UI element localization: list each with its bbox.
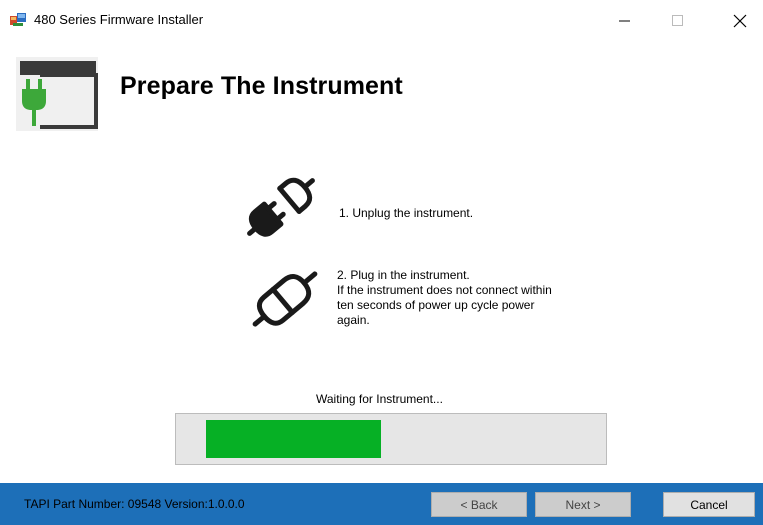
minimize-icon [619, 20, 630, 22]
title-bar: 480 Series Firmware Installer [0, 0, 763, 42]
plugged-icon [252, 271, 318, 327]
step-1-line: 1. Unplug the instrument. [339, 206, 474, 220]
progress-bar [175, 413, 607, 465]
close-button[interactable] [717, 0, 763, 42]
cancel-button[interactable]: Cancel [663, 492, 755, 517]
installer-icon [10, 13, 26, 26]
progress-fill [206, 420, 381, 458]
step-2-line: ten seconds of power up cycle power [337, 298, 535, 312]
step-2-line: If the instrument does not connect withi… [337, 283, 552, 297]
next-button[interactable]: Next > [535, 492, 631, 517]
step-2-line: again. [337, 313, 370, 327]
step-2-text: 2. Plug in the instrument. If the instru… [337, 268, 607, 328]
step-2-line: 2. Plug in the instrument. [337, 268, 470, 282]
back-button[interactable]: < Back [431, 492, 527, 517]
status-text: Waiting for Instrument... [316, 392, 443, 406]
maximize-button[interactable] [655, 0, 701, 42]
maximize-icon [672, 15, 683, 26]
close-icon [733, 14, 747, 28]
part-version-label: TAPI Part Number: 09548 Version:1.0.0.0 [24, 497, 245, 511]
plug-window-icon [16, 57, 98, 131]
page-title: Prepare The Instrument [120, 72, 403, 100]
footer-bar: TAPI Part Number: 09548 Version:1.0.0.0 … [0, 483, 763, 525]
minimize-button[interactable] [602, 0, 648, 42]
window-title: 480 Series Firmware Installer [34, 12, 204, 27]
unplugged-icon [247, 177, 315, 237]
step-1-text: 1. Unplug the instrument. [339, 206, 473, 221]
